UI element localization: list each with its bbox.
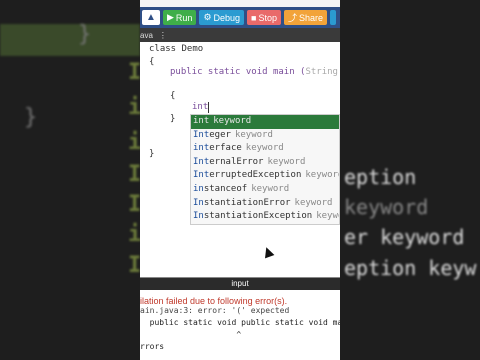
suggestion-match: in [193, 183, 204, 194]
output-line: rrors [140, 342, 165, 351]
compile-error-message: ilation failed due to following error(s)… [140, 296, 288, 306]
background-glyph: I [128, 60, 140, 85]
share-icon: ⤴ [288, 13, 298, 23]
stop-icon: ■ [251, 12, 257, 23]
background-text: er keyword [344, 225, 465, 249]
stop-label: Stop [258, 12, 277, 23]
code-main-signature: public static void main ( [170, 67, 306, 77]
online-ide-window: ▲ ▶ Run ⚙ Debug ■ Stop ⤴ Share ava ⋮ cla… [140, 0, 340, 360]
run-label: Run [175, 12, 193, 23]
code-line-3: public static void main (String[ [170, 67, 340, 77]
background-glyph: i [128, 95, 140, 120]
home-icon: ▲ [146, 12, 156, 23]
debug-icon: ⚙ [203, 12, 212, 22]
more-toolbar-button[interactable] [330, 10, 337, 25]
debug-label: Debug [213, 12, 241, 23]
background-glyph: i [128, 222, 140, 247]
suggestion-rest: erruptedException [209, 170, 302, 181]
background-brace: } [78, 22, 92, 47]
suggestion-rest: stanceof [203, 183, 248, 194]
suggestion-match: In [193, 197, 204, 208]
tab-menu-icon[interactable]: ⋮ [159, 31, 167, 40]
code-line-4: { [170, 91, 176, 101]
autocomplete-suggestion[interactable]: instanceof keyword [191, 183, 339, 197]
output-line: ^ [140, 330, 242, 339]
code-main-args: String[ [305, 67, 340, 77]
share-button[interactable]: ⤴ Share [284, 10, 328, 25]
output-line: public static void public static void ma… [149, 318, 340, 327]
code-editor[interactable]: class Demo { public static void main (St… [140, 42, 340, 272]
autocomplete-suggestion[interactable]: InternalError keyword [191, 156, 339, 170]
share-label: Share [299, 12, 324, 23]
code-line-1: class Demo [149, 44, 204, 54]
suggestion-kind: keyword [305, 170, 339, 181]
background-highlight [0, 24, 140, 56]
suggestion-match: Int [193, 129, 210, 140]
code-line-6: } [170, 114, 176, 124]
output-line: ain.java:3: error: '(' expected [140, 306, 290, 315]
top-strip [140, 0, 340, 7]
stop-button[interactable]: ■ Stop [247, 10, 281, 25]
background-glyph: I [128, 253, 140, 278]
autocomplete-suggestion[interactable]: int keyword [191, 115, 339, 129]
suggestion-kind: keyword [316, 211, 339, 222]
code-line-typed: int [192, 102, 209, 112]
suggestion-rest: ernalError [209, 156, 264, 167]
code-line-7: } [149, 149, 155, 159]
suggestion-rest: eger [209, 129, 231, 140]
code-line-2: { [149, 57, 155, 67]
autocomplete-suggestion[interactable]: Integer keyword [191, 129, 339, 143]
background-text: eption [344, 165, 417, 189]
suggestion-match: Int [193, 170, 210, 181]
background-glyph: I [128, 162, 140, 187]
suggestion-rest: erface [209, 143, 242, 154]
blurred-background-right: eption keyword er keyword eption keyw [340, 0, 480, 360]
suggestion-kind: keyword [234, 129, 273, 140]
suggestion-rest: stantiationException [203, 211, 313, 222]
suggestion-kind: keyword [294, 197, 333, 208]
autocomplete-suggestion[interactable]: InstantiationError keyword [191, 197, 339, 211]
input-panel-header[interactable]: input [140, 277, 340, 290]
home-button[interactable]: ▲ [142, 10, 160, 25]
mouse-pointer-icon [261, 245, 275, 259]
suggestion-match: Int [193, 156, 210, 167]
autocomplete-suggestion[interactable]: interface keyword [191, 142, 339, 156]
suggestion-rest: stantiationError [203, 197, 291, 208]
suggestion-kind: keyword [213, 116, 252, 126]
tab-label: ava [140, 30, 153, 40]
background-glyph: I [128, 192, 140, 217]
suggestion-match: int [193, 143, 210, 154]
suggestion-match: In [193, 211, 204, 222]
autocomplete-suggestion[interactable]: InstantiationExceptionkeyword [191, 210, 339, 224]
autocomplete-popup: int keyword Integer keyword interface keyword… [190, 114, 340, 225]
suggestion-kind: keyword [245, 143, 284, 154]
output-console: ilation failed due to following error(s)… [140, 290, 340, 360]
background-text: keyword [344, 195, 429, 219]
autocomplete-suggestion[interactable]: InterruptedExceptionkeyword [191, 169, 339, 183]
background-glyph: i [128, 130, 140, 155]
run-button[interactable]: ▶ Run [163, 10, 197, 25]
suggestion-match: int [193, 116, 210, 126]
blurred-background-left: } } I i i I I i I [0, 0, 140, 360]
suggestion-kind: keyword [267, 156, 306, 167]
background-brace: } [24, 105, 38, 130]
toolbar: ▲ ▶ Run ⚙ Debug ■ Stop ⤴ Share [140, 7, 340, 28]
background-text: eption keyw [344, 256, 477, 280]
debug-button[interactable]: ⚙ Debug [199, 10, 245, 25]
tab-main-java[interactable]: ava ⋮ [140, 31, 167, 40]
suggestion-kind: keyword [251, 183, 290, 194]
text-cursor [208, 102, 209, 113]
file-tab-bar: ava ⋮ [140, 28, 340, 42]
play-icon: ▶ [167, 12, 174, 22]
